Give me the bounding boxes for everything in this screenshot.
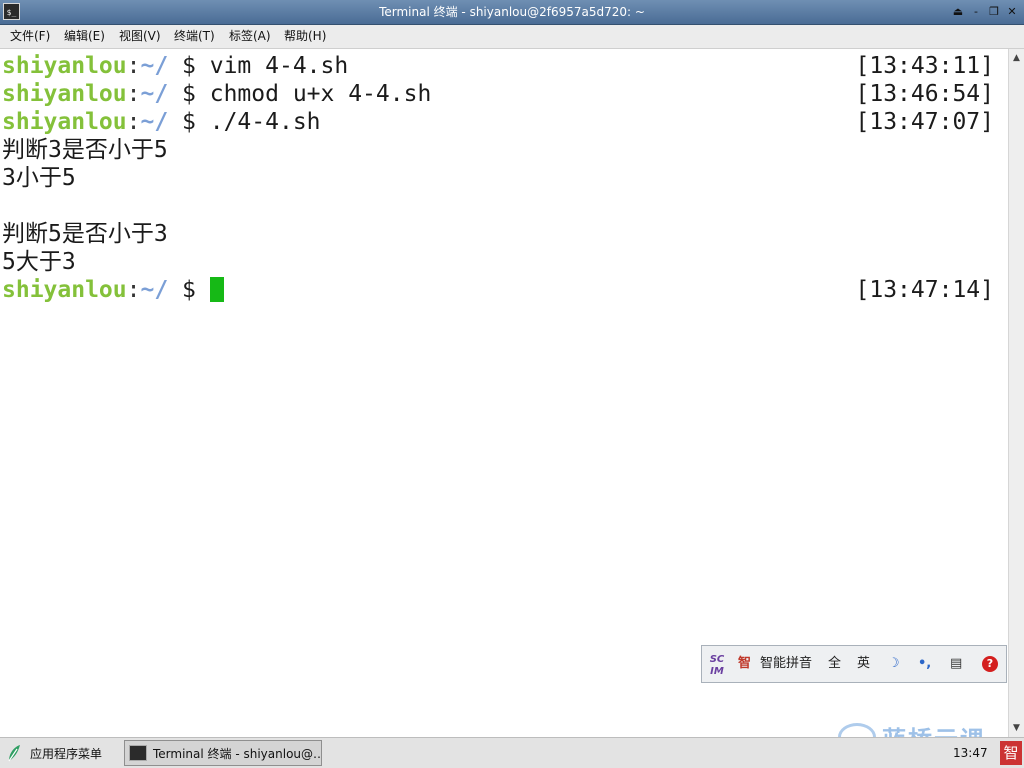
window-title: Terminal 终端 - shiyanlou@2f6957a5d720: ~: [379, 5, 645, 19]
output-line: 5大于3: [2, 249, 76, 275]
output-line: 3小于5: [2, 165, 76, 191]
terminal-line: shiyanlou:~/ $ ./4-4.sh: [2, 108, 321, 136]
scroll-down-icon[interactable]: ▼: [1009, 721, 1024, 735]
prompt-colon: :: [126, 81, 141, 107]
applications-menu-button[interactable]: 应用程序菜单: [6, 741, 102, 765]
menubar: 文件(F) 编辑(E) 视图(V) 终端(T) 标签(A) 帮助(H): [0, 25, 1024, 49]
prompt-path: ~/: [140, 53, 169, 79]
menu-help[interactable]: 帮助(H): [284, 25, 326, 48]
menu-view[interactable]: 视图(V): [119, 25, 161, 48]
ime-language-toggle[interactable]: 英: [857, 646, 870, 682]
prompt-path: ~/: [140, 81, 169, 107]
taskbar: 应用程序菜单 Terminal 终端 - shiyanlou@… 13:47 智: [0, 737, 1024, 768]
command-text: chmod u+x 4-4.sh: [209, 81, 432, 107]
prompt-symbol: $: [168, 53, 210, 79]
scroll-up-icon[interactable]: ▲: [1009, 51, 1024, 65]
timestamp: [13:46:54]: [855, 81, 994, 107]
terminal-cursor: [209, 277, 224, 302]
minimize-button[interactable]: -: [968, 3, 984, 20]
prompt-path: ~/: [140, 277, 169, 303]
ime-tray-icon[interactable]: 智: [1000, 741, 1022, 765]
scim-logo-icon[interactable]: SC IM: [708, 654, 726, 678]
applications-menu-label: 应用程序菜单: [30, 746, 103, 761]
menu-file[interactable]: 文件(F): [10, 25, 50, 48]
task-label: Terminal 终端 - shiyanlou@…: [153, 746, 322, 761]
prompt-symbol: $: [168, 81, 210, 107]
terminal-line: shiyanlou:~/ $ chmod u+x 4-4.sh: [2, 80, 431, 108]
timestamp: [13:47:07]: [855, 109, 994, 135]
timestamp: [13:47:14]: [855, 277, 994, 303]
prompt-path: ~/: [140, 109, 169, 135]
ime-mode-icon[interactable]: 智: [738, 646, 751, 682]
prompt-user: shiyanlou: [2, 81, 127, 107]
menu-terminal[interactable]: 终端(T): [174, 25, 215, 48]
output-line: 判断3是否小于5: [2, 137, 168, 163]
help-icon[interactable]: ?: [982, 656, 998, 672]
prompt-symbol: $: [168, 109, 210, 135]
shade-window-button[interactable]: ⏏: [950, 3, 966, 20]
prompt-symbol: $: [168, 277, 210, 303]
terminal-icon: [129, 745, 147, 761]
terminal-line: shiyanlou:~/ $: [2, 276, 224, 304]
moon-icon[interactable]: ☽: [888, 646, 900, 682]
keyboard-icon[interactable]: ▤: [950, 646, 962, 682]
punctuation-icon[interactable]: •,: [918, 646, 931, 682]
prompt-colon: :: [126, 277, 141, 303]
close-button[interactable]: ✕: [1004, 3, 1020, 20]
clock[interactable]: 13:47: [953, 738, 988, 768]
ime-toolbar[interactable]: SC IM 智 智能拼音 全 英 ☽ •, ▤ ?: [701, 645, 1007, 683]
command-text: ./4-4.sh: [209, 109, 321, 135]
terminal-line: shiyanlou:~/ $ vim 4-4.sh: [2, 52, 348, 80]
prompt-user: shiyanlou: [2, 109, 127, 135]
output-line: 判断5是否小于3: [2, 221, 168, 247]
timestamp: [13:43:11]: [855, 53, 994, 79]
prompt-colon: :: [126, 109, 141, 135]
prompt-user: shiyanlou: [2, 53, 127, 79]
window-titlebar[interactable]: $_ Terminal 终端 - shiyanlou@2f6957a5d720:…: [0, 0, 1024, 25]
taskbar-terminal-task[interactable]: Terminal 终端 - shiyanlou@…: [124, 740, 322, 766]
vertical-scrollbar[interactable]: ▲ ▼: [1008, 49, 1024, 737]
ime-name[interactable]: 智能拼音: [760, 646, 812, 682]
leaf-icon: [8, 745, 20, 762]
menu-tabs[interactable]: 标签(A): [229, 25, 271, 48]
menu-edit[interactable]: 编辑(E): [64, 25, 105, 48]
prompt-colon: :: [126, 53, 141, 79]
command-text: vim 4-4.sh: [209, 53, 349, 79]
prompt-user: shiyanlou: [2, 277, 127, 303]
ime-fullwidth-toggle[interactable]: 全: [828, 646, 841, 682]
terminal-output-area[interactable]: shiyanlou:~/ $ vim 4-4.sh [13:43:11] shi…: [0, 49, 1008, 737]
maximize-button[interactable]: ❐: [986, 3, 1002, 20]
